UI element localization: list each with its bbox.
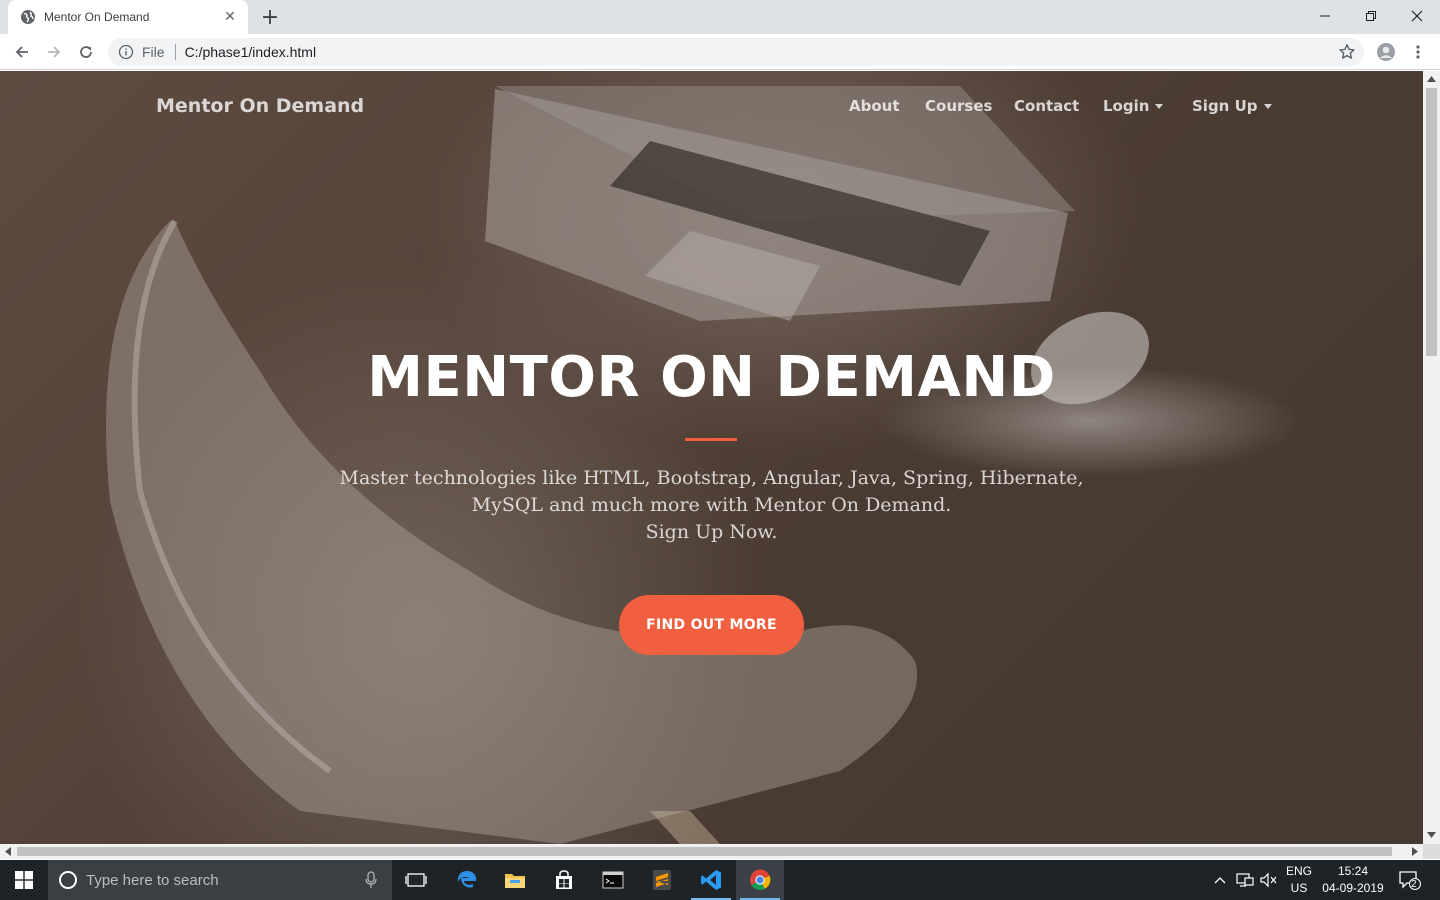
hero-subtitle-line: Sign Up Now. xyxy=(645,521,778,543)
nav-link-courses[interactable]: Courses xyxy=(925,97,992,115)
url-text[interactable]: C:/phase1/index.html xyxy=(185,44,317,60)
close-window-button[interactable] xyxy=(1394,0,1440,32)
new-tab-button[interactable]: + xyxy=(258,5,282,30)
find-out-more-button[interactable]: FIND OUT MORE xyxy=(619,595,804,655)
network-icon xyxy=(1236,873,1254,887)
clock-time: 15:24 xyxy=(1337,864,1368,878)
url-separator xyxy=(174,44,176,60)
info-icon[interactable] xyxy=(118,44,134,60)
region-code: US xyxy=(1290,881,1308,895)
terminal-icon xyxy=(602,871,624,889)
cortana-icon xyxy=(59,871,77,889)
notification-count: 2 xyxy=(1411,879,1417,890)
browser-tab[interactable]: Mentor On Demand ✕ xyxy=(8,0,248,34)
hero-subtitle-line: MySQL and much more with Mentor On Deman… xyxy=(471,494,952,516)
arrow-right-icon xyxy=(48,46,61,58)
taskbar-sublime-text[interactable] xyxy=(638,860,686,900)
url-scheme: File xyxy=(142,44,165,60)
scrollbar-corner xyxy=(1423,844,1440,859)
tab-close-icon[interactable]: ✕ xyxy=(222,9,238,25)
browser-toolbar: File C:/phase1/index.html xyxy=(0,34,1440,70)
profile-button[interactable] xyxy=(1372,38,1400,66)
hero-title: MENTOR ON DEMAND xyxy=(367,345,1056,410)
reload-icon xyxy=(80,46,92,58)
restore-button[interactable] xyxy=(1348,0,1394,32)
browser-menu-button[interactable] xyxy=(1404,38,1432,66)
avatar-icon xyxy=(1377,43,1395,61)
notification-icon xyxy=(1399,871,1421,890)
back-button[interactable] xyxy=(8,38,36,66)
caret-down-icon xyxy=(1155,104,1164,109)
task-view-button[interactable] xyxy=(392,860,440,900)
sublime-text-icon xyxy=(653,870,671,890)
volume-muted-icon xyxy=(1260,872,1277,888)
minimize-icon xyxy=(1320,15,1330,17)
start-button[interactable] xyxy=(0,860,48,900)
action-center-button[interactable]: 2 xyxy=(1392,860,1428,900)
taskbar-terminal[interactable] xyxy=(589,860,637,900)
nav-dropdown-signup-label: Sign Up xyxy=(1192,97,1258,115)
folder-icon xyxy=(505,874,525,888)
hero-subtitle-line: Master technologies like HTML, Bootstrap… xyxy=(339,467,1084,489)
clock[interactable]: 15:24 04-09-2019 xyxy=(1318,860,1388,900)
taskbar-store[interactable] xyxy=(540,860,588,900)
minimize-button[interactable] xyxy=(1302,0,1348,32)
chevron-up-icon xyxy=(1214,877,1226,884)
bookmark-star-icon[interactable] xyxy=(1338,43,1356,61)
taskbar: Type here to search ENG US 15:24 04-09-2… xyxy=(0,860,1440,900)
network-button[interactable] xyxy=(1234,860,1256,900)
taskbar-file-explorer[interactable] xyxy=(491,860,539,900)
taskbar-chrome[interactable] xyxy=(736,860,784,900)
address-bar[interactable]: File C:/phase1/index.html xyxy=(108,38,1364,66)
clock-date: 04-09-2019 xyxy=(1322,881,1384,895)
caret-down-icon xyxy=(1263,104,1272,109)
search-placeholder: Type here to search xyxy=(86,871,219,889)
scroll-left-icon[interactable] xyxy=(5,847,11,856)
edge-icon xyxy=(457,871,477,888)
arrow-left-icon xyxy=(15,46,28,58)
nav-link-about[interactable]: About xyxy=(849,97,900,115)
windows-logo-icon xyxy=(15,871,33,889)
more-vertical-icon xyxy=(1416,45,1420,59)
globe-icon xyxy=(21,10,35,24)
forward-button[interactable] xyxy=(40,38,68,66)
vertical-scrollbar[interactable] xyxy=(1423,71,1440,844)
task-view-icon xyxy=(405,873,427,887)
scroll-down-icon[interactable] xyxy=(1427,832,1436,838)
scroll-up-icon[interactable] xyxy=(1427,76,1436,82)
nav-dropdown-signup[interactable]: Sign Up xyxy=(1192,97,1272,115)
restore-icon xyxy=(1366,11,1376,21)
show-hidden-icons-button[interactable] xyxy=(1210,860,1230,900)
tab-title: Mentor On Demand xyxy=(44,10,150,24)
close-icon xyxy=(1411,10,1423,22)
horizontal-scrollbar[interactable] xyxy=(0,844,1423,859)
scroll-right-icon[interactable] xyxy=(1412,847,1418,856)
hero-subtitle: Master technologies like HTML, Bootstrap… xyxy=(0,465,1423,546)
chrome-icon xyxy=(750,869,771,891)
microphone-icon[interactable] xyxy=(364,871,378,889)
reload-button[interactable] xyxy=(72,38,100,66)
taskbar-search-box[interactable]: Type here to search xyxy=(48,860,392,900)
vscode-icon xyxy=(701,870,721,890)
language-code: ENG xyxy=(1285,864,1312,878)
nav-link-contact[interactable]: Contact xyxy=(1014,97,1079,115)
background-photo xyxy=(106,86,1149,844)
nav-dropdown-login[interactable]: Login xyxy=(1103,97,1164,115)
nav-dropdown-login-label: Login xyxy=(1103,97,1150,115)
input-language-button[interactable]: ENG US xyxy=(1282,860,1316,900)
navbar-brand[interactable]: Mentor On Demand xyxy=(156,95,364,117)
volume-button[interactable] xyxy=(1258,860,1280,900)
taskbar-edge[interactable] xyxy=(443,860,491,900)
hero-divider xyxy=(685,438,737,441)
page-viewport: Mentor On Demand About Courses Contact L… xyxy=(0,71,1423,844)
browser-tab-strip: Mentor On Demand ✕ + xyxy=(0,0,1440,34)
taskbar-vscode[interactable] xyxy=(687,860,735,900)
horizontal-scroll-thumb[interactable] xyxy=(17,847,1392,856)
store-bag-icon xyxy=(556,870,572,889)
vertical-scroll-thumb[interactable] xyxy=(1426,88,1437,356)
